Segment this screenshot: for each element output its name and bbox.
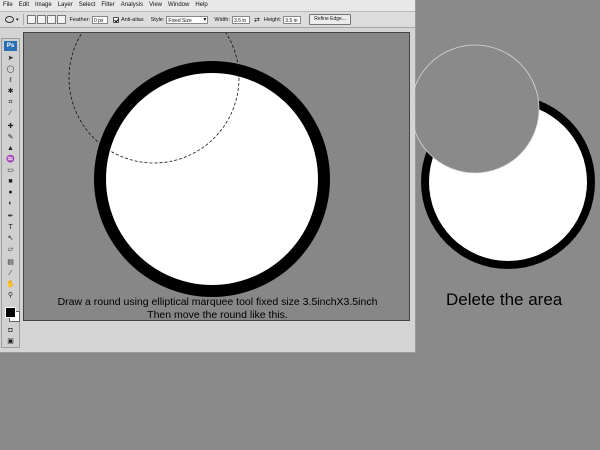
blur-icon[interactable]: ● bbox=[5, 189, 16, 197]
antialias-label: Anti-alias bbox=[121, 16, 144, 23]
result-illustration bbox=[410, 44, 595, 269]
crop-icon[interactable]: ⌗ bbox=[5, 99, 16, 107]
menu-analysis[interactable]: Analysis bbox=[118, 0, 146, 11]
antialias-checkbox[interactable] bbox=[113, 16, 119, 23]
ps-logo: Ps bbox=[4, 41, 17, 51]
menu-help[interactable]: Help bbox=[192, 0, 210, 11]
menu-select[interactable]: Select bbox=[76, 0, 99, 11]
new-selection-icon[interactable] bbox=[26, 15, 36, 24]
menu-edit[interactable]: Edit bbox=[16, 0, 32, 11]
move-icon[interactable]: ➤ bbox=[5, 55, 16, 63]
marquee-icon[interactable]: ◯ bbox=[5, 66, 16, 74]
feather-label: Feather: bbox=[69, 16, 90, 23]
white-disc bbox=[106, 73, 318, 285]
elliptical-marquee-icon[interactable] bbox=[5, 16, 14, 23]
canvas-caption: Draw a round using elliptical marquee to… bbox=[24, 296, 411, 322]
eraser-icon[interactable]: ▭ bbox=[5, 167, 16, 175]
separator bbox=[22, 14, 24, 25]
lasso-icon[interactable]: ℓ bbox=[5, 77, 16, 85]
shape-icon[interactable]: ▱ bbox=[5, 246, 16, 254]
menu-filter[interactable]: Filter bbox=[98, 0, 117, 11]
eyedropper2-icon[interactable]: ⁄ bbox=[5, 270, 16, 278]
subtract-selection-icon[interactable] bbox=[46, 15, 56, 24]
healing-icon[interactable]: ✚ bbox=[5, 123, 16, 131]
photoshop-window: File Edit Image Layer Select Filter Anal… bbox=[0, 0, 416, 353]
notes-icon[interactable]: ▤ bbox=[5, 259, 16, 267]
gradient-icon[interactable]: ■ bbox=[5, 178, 16, 186]
add-selection-icon[interactable] bbox=[36, 15, 46, 24]
width-input[interactable]: 3.5 in bbox=[231, 15, 250, 24]
quick-mask-icon[interactable]: ◘ bbox=[5, 327, 16, 335]
delete-area-label: Delete the area bbox=[446, 290, 563, 309]
document-canvas[interactable]: Draw a round using elliptical marquee to… bbox=[23, 32, 410, 321]
intersect-selection-icon[interactable] bbox=[56, 15, 66, 24]
foreground-color-swatch[interactable] bbox=[5, 307, 16, 318]
path-select-icon[interactable]: ↖ bbox=[5, 235, 16, 243]
type-icon[interactable]: T bbox=[5, 224, 16, 232]
width-label: Width: bbox=[214, 16, 230, 23]
toolbox: Ps ➤ ◯ ℓ ✱ ⌗ ⁄ ✚ ✎ ▲ ♒ ▭ ■ ● ◐ ✒ T ↖ ▱ ▤… bbox=[1, 38, 20, 348]
eyedropper-icon[interactable]: ⁄ bbox=[5, 110, 16, 118]
dodge-icon[interactable]: ◐ bbox=[5, 200, 16, 208]
tool-preset-chevron-icon[interactable]: ▾ bbox=[16, 17, 19, 23]
menu-file[interactable]: File bbox=[0, 0, 16, 11]
height-label: Height: bbox=[263, 16, 282, 23]
options-bar: ▾ Feather: 0 px Anti-alias Style: Fixed … bbox=[0, 12, 415, 28]
height-input[interactable]: 3.5 in bbox=[283, 15, 302, 24]
swap-dimensions-icon[interactable]: ⇄ bbox=[254, 16, 260, 24]
style-label: Style: bbox=[150, 16, 165, 23]
screen-mode-icon[interactable]: ▣ bbox=[5, 338, 16, 346]
menu-layer[interactable]: Layer bbox=[55, 0, 76, 11]
canvas-drawing bbox=[68, 33, 330, 297]
pen-icon[interactable]: ✒ bbox=[5, 213, 16, 221]
menu-view[interactable]: View bbox=[146, 0, 165, 11]
refine-edge-button[interactable]: Refine Edge... bbox=[309, 14, 351, 25]
menu-window[interactable]: Window bbox=[165, 0, 192, 11]
brush-icon[interactable]: ✎ bbox=[5, 134, 16, 142]
zoom-icon[interactable]: ⚲ bbox=[5, 292, 16, 300]
menu-image[interactable]: Image bbox=[32, 0, 55, 11]
style-select[interactable]: Fixed Size bbox=[166, 15, 209, 24]
caption-line-1: Draw a round using elliptical marquee to… bbox=[57, 296, 378, 308]
caption-line-2: Then move the round like this. bbox=[147, 309, 288, 321]
menu-bar: File Edit Image Layer Select Filter Anal… bbox=[0, 0, 415, 12]
magic-wand-icon[interactable]: ✱ bbox=[5, 88, 16, 96]
cut-disc bbox=[421, 95, 595, 269]
clone-stamp-icon[interactable]: ▲ bbox=[5, 145, 16, 153]
hand-icon[interactable]: ✋ bbox=[5, 281, 16, 289]
feather-input[interactable]: 0 px bbox=[92, 15, 108, 24]
history-brush-icon[interactable]: ♒ bbox=[5, 156, 16, 164]
